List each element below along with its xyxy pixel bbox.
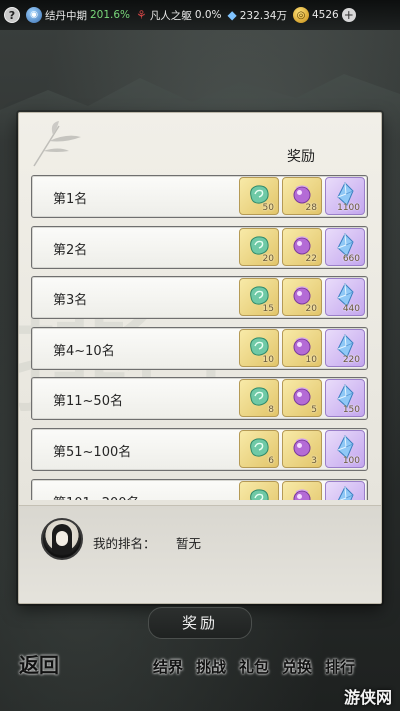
- reward-item-jade[interactable]: 8: [239, 379, 279, 418]
- spirit-stone-counter: ◆ 232.34万: [228, 8, 287, 23]
- reward-quantity: 150: [342, 405, 360, 416]
- reward-items: 15 20 440: [239, 278, 365, 317]
- reward-quantity: 10: [262, 354, 274, 365]
- reward-quantity: 20: [262, 253, 274, 264]
- reward-items: [239, 480, 365, 500]
- reward-item-crystal[interactable]: 150: [325, 379, 365, 418]
- help-icon[interactable]: ?: [4, 7, 20, 23]
- my-rank-value: 暂无: [176, 536, 202, 551]
- top-status-bar: ? ◉ 结丹中期 201.6% ⚘ 凡人之躯 0.0% ◆ 232.34万 ◎ …: [0, 0, 400, 30]
- reward-quantity: 22: [305, 253, 317, 264]
- player-avatar[interactable]: [41, 518, 83, 560]
- reward-item-jade[interactable]: 10: [239, 328, 279, 367]
- reward-quantity: 440: [342, 304, 360, 315]
- reward-item-jade[interactable]: 6: [239, 429, 279, 468]
- reward-quantity: 5: [311, 405, 317, 416]
- rank-reward-list[interactable]: 第1名 50 28 1100 第2名 20 22 660 第3名 15 20 440 第4~10名 10 1…: [31, 175, 368, 500]
- reward-item-jade[interactable]: 50: [239, 177, 279, 215]
- my-rank-bar: 我的排名： 暂无: [19, 505, 381, 603]
- rank-row: 第4~10名 10 10 220: [31, 326, 368, 370]
- reward-items: 50 28 1100: [239, 177, 365, 215]
- reward-column-header: 奖励: [287, 149, 315, 165]
- bamboo-decoration-icon: [33, 121, 81, 167]
- reward-items: 6 3 100: [239, 429, 365, 468]
- reward-item-pill[interactable]: 28: [282, 177, 322, 215]
- nav-giftpack-button[interactable]: 礼包: [234, 657, 274, 703]
- reward-items: 8 5 150: [239, 379, 365, 418]
- reward-item-pill[interactable]: 3: [282, 429, 322, 468]
- realm-label: 结丹中期: [45, 9, 87, 22]
- rank-row: 第1名 50 28 1100: [31, 175, 368, 218]
- body-rune-icon: ⚘: [136, 8, 147, 22]
- reward-items: 20 22 660: [239, 227, 365, 266]
- reward-quantity: 20: [305, 304, 317, 315]
- reward-item-pill[interactable]: 22: [282, 227, 322, 266]
- reward-item-pill[interactable]: 20: [282, 278, 322, 317]
- reward-item-crystal[interactable]: 660: [325, 227, 365, 266]
- reward-quantity: 3: [311, 455, 317, 466]
- reward-quantity: 8: [268, 405, 274, 416]
- reward-quantity: 15: [262, 304, 274, 315]
- reward-item-pill[interactable]: 10: [282, 328, 322, 367]
- reward-quantity: 660: [342, 253, 360, 264]
- currency-counter: ◎ 4526 +: [292, 7, 356, 23]
- nav-barrier-button[interactable]: 结界: [148, 657, 188, 703]
- body-label: 凡人之躯: [149, 9, 192, 22]
- reward-quantity: 6: [268, 455, 274, 466]
- reward-quantity: 1100: [337, 203, 360, 213]
- body-status[interactable]: ⚘ 凡人之躯 0.0%: [136, 8, 221, 23]
- reward-item-jade[interactable]: 15: [239, 278, 279, 317]
- rank-label: 第51~100名: [53, 444, 132, 460]
- pill-icon: [293, 488, 311, 500]
- jade-icon: [250, 488, 269, 500]
- my-rank-label: 我的排名：: [93, 536, 156, 551]
- back-button[interactable]: 返回: [12, 654, 66, 704]
- rank-label: 第4~10名: [53, 343, 115, 359]
- reward-quantity: 100: [342, 455, 360, 466]
- coin-icon: ◎: [292, 7, 309, 23]
- reward-item-pill[interactable]: [282, 480, 322, 500]
- rank-label: 第1名: [53, 192, 88, 207]
- reward-item-jade[interactable]: 20: [239, 227, 279, 266]
- reward-button[interactable]: 奖励: [148, 607, 252, 639]
- rank-row: 第11~50名 8 5 150: [31, 377, 368, 421]
- rank-row: 第2名 20 22 660: [31, 225, 368, 269]
- rank-label: 第101~200名: [53, 492, 140, 500]
- rank-label: 第11~50名: [53, 394, 123, 410]
- body-percent: 0.0%: [194, 9, 222, 21]
- brand-watermark: 游侠网: [343, 688, 392, 707]
- spirit-stone-icon: ◆: [227, 8, 237, 22]
- nav-exchange-button[interactable]: 兑换: [277, 657, 317, 703]
- crystal-icon: [337, 485, 354, 500]
- reward-item-pill[interactable]: 5: [282, 379, 322, 418]
- realm-percent: 201.6%: [90, 9, 131, 21]
- reward-items: 10 10 220: [239, 328, 365, 367]
- reward-quantity: 28: [305, 203, 317, 213]
- rank-row: 第3名 15 20 440: [31, 276, 368, 320]
- realm-status[interactable]: ◉ 结丹中期 201.6%: [26, 7, 130, 23]
- reward-item-crystal[interactable]: 440: [325, 278, 365, 317]
- spirit-stone-value: 232.34万: [239, 9, 287, 22]
- add-currency-icon[interactable]: +: [341, 8, 356, 22]
- nav-challenge-button[interactable]: 挑战: [191, 657, 231, 703]
- reward-item-crystal[interactable]: 1100: [325, 177, 365, 215]
- ranking-reward-panel: 排行 奖励 第1名50281100第2名2022660第3名1520440第4~…: [18, 112, 382, 604]
- rank-label: 第2名: [53, 242, 88, 258]
- reward-item-crystal[interactable]: 220: [325, 328, 365, 367]
- rank-label: 第3名: [53, 293, 88, 309]
- realm-orb-icon: ◉: [26, 7, 42, 23]
- reward-item-crystal[interactable]: [325, 480, 365, 500]
- reward-item-crystal[interactable]: 100: [325, 429, 365, 468]
- currency-value: 4526: [311, 9, 339, 21]
- reward-item-jade[interactable]: [239, 480, 279, 500]
- rank-row: 第101~200名: [31, 478, 368, 500]
- reward-quantity: 220: [342, 354, 360, 365]
- rank-row: 第51~100名 6 3 100: [31, 427, 368, 471]
- reward-quantity: 10: [305, 354, 317, 365]
- reward-quantity: 50: [262, 203, 274, 213]
